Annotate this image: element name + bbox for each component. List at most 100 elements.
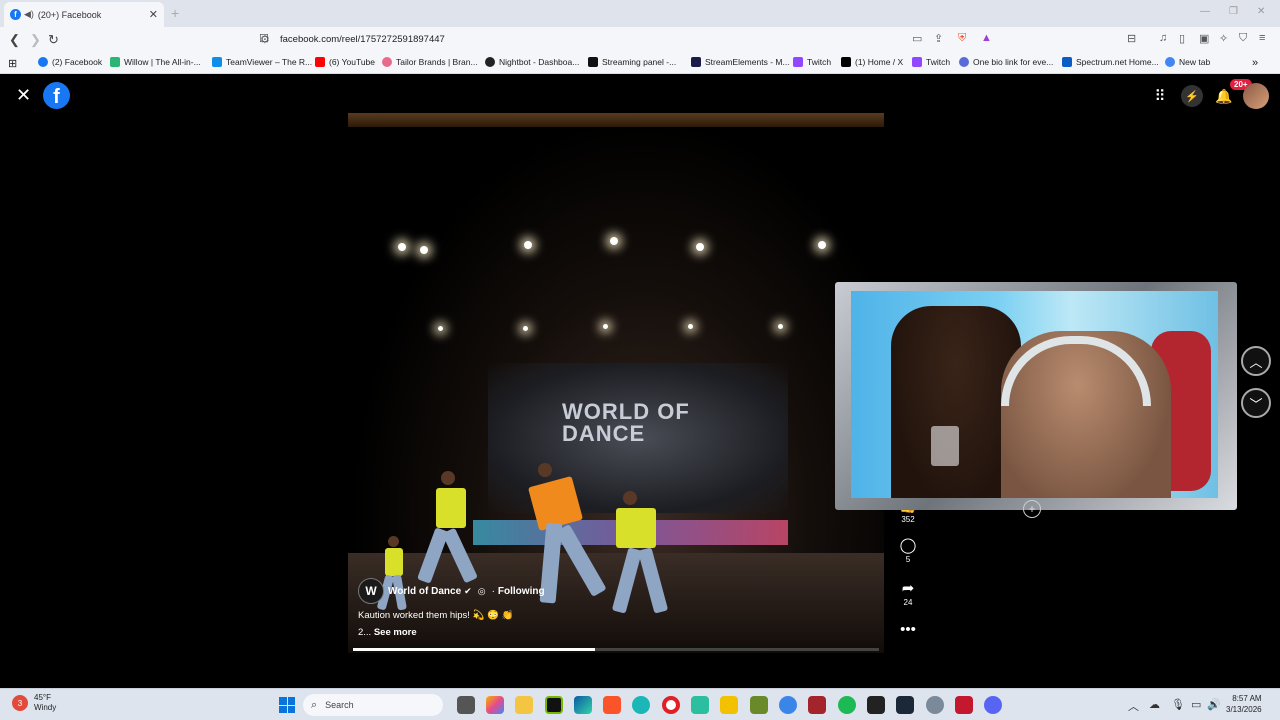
bookmark-item[interactable]: (1) Home / X (841, 57, 903, 67)
dancer-head (388, 536, 399, 547)
following-button[interactable]: Following (498, 586, 545, 597)
sidebar-icon[interactable]: ▯ (1179, 32, 1185, 45)
edge-icon[interactable] (574, 696, 592, 714)
close-reel-icon[interactable]: ✕ (16, 85, 31, 106)
apps-grid-icon[interactable]: ⊞ (8, 57, 17, 70)
cup (931, 426, 959, 466)
previous-reel-button[interactable]: ︿ (1241, 346, 1271, 376)
app-icon[interactable] (691, 696, 709, 714)
speaker-icon[interactable]: ◀) (24, 9, 34, 20)
address-bar-row: ❮ ❯ ↻ ☐ ⚙ facebook.com/reel/175727259189… (0, 27, 1280, 52)
like-count: 352 (901, 515, 915, 524)
bookmark-item[interactable]: Tailor Brands | Bran... (382, 57, 478, 67)
brave-rewards-icon[interactable]: ▲ (981, 32, 992, 44)
settings-icon[interactable] (926, 696, 944, 714)
bookmark-favicon-icon (212, 57, 222, 67)
bookmark-item[interactable]: One bio link for eve... (959, 57, 1053, 67)
display-icon[interactable]: ▭ (1191, 698, 1201, 711)
bookmark-favicon-icon (691, 57, 701, 67)
more-options-button[interactable]: ••• (896, 621, 920, 638)
dancer-vest (616, 508, 656, 548)
back-button[interactable]: ❮ (9, 32, 20, 48)
weather-condition: Windy (34, 703, 57, 712)
browser-tab-facebook[interactable]: f ◀) (20+) Facebook ✕ (4, 2, 164, 27)
show-hidden-icons[interactable]: ︿ (1128, 698, 1139, 714)
share-button[interactable]: ➦ 24 (896, 579, 920, 607)
channel-name[interactable]: World of Dance (388, 586, 461, 597)
bookmark-item[interactable]: (6) YouTube (315, 57, 375, 67)
media-icon[interactable]: ♫ (1159, 32, 1167, 44)
window-close-button[interactable]: ✕ (1257, 6, 1265, 17)
share-icon[interactable]: ⇪ (934, 32, 943, 45)
rockstar-icon[interactable] (720, 696, 738, 714)
bookmark-item[interactable]: New tab (1165, 57, 1210, 67)
bookmark-item[interactable]: (2) Facebook (38, 57, 102, 67)
start-button[interactable] (279, 697, 295, 713)
stage-logo-text: WORLD OF DANCE (562, 399, 690, 446)
spotify-icon[interactable] (838, 696, 856, 714)
menu-icon[interactable]: ≡ (1259, 32, 1265, 44)
dancer-head (538, 463, 552, 477)
app-icon[interactable] (808, 696, 826, 714)
task-view-icon[interactable] (457, 696, 475, 714)
next-reel-button[interactable]: ﹀ (1241, 388, 1271, 418)
app-icon[interactable] (750, 696, 768, 714)
weather-widget[interactable]: 3 45°F Windy (12, 693, 56, 713)
dancer-vest (385, 548, 403, 576)
bookmark-item[interactable]: Willow | The All-in-... (110, 57, 201, 67)
app-icon[interactable] (779, 696, 797, 714)
bookmark-item[interactable]: Twitch (912, 57, 950, 67)
windows-taskbar: 3 45°F Windy ⌕ Search ︿ ☁ 🎙 ▭ 🔊 8:57 AM … (0, 688, 1280, 720)
vpn-icon[interactable]: ⛉ (1239, 32, 1247, 45)
new-tab-button[interactable]: + (171, 5, 179, 21)
leo-ai-icon[interactable]: ✧ (1219, 32, 1228, 45)
app-icon[interactable] (632, 696, 650, 714)
wallet-icon[interactable]: ▣ (1199, 32, 1209, 45)
brave-shield-icon[interactable]: ⛨ (958, 32, 966, 45)
bookmark-favicon-icon (1165, 57, 1175, 67)
facebook-favicon-icon: f (10, 9, 21, 20)
menu-grid-icon[interactable]: ⠿ (1149, 85, 1171, 107)
video-progress-bar[interactable] (353, 648, 879, 651)
forward-button[interactable]: ❯ (30, 32, 41, 48)
facebook-logo-icon[interactable]: f (43, 82, 70, 109)
cast-icon[interactable]: ▭ (912, 32, 922, 45)
url-field[interactable]: ⚙ facebook.com/reel/1757272591897447 (258, 30, 998, 49)
microphone-icon[interactable]: 🎙 (1171, 698, 1185, 711)
discord-icon[interactable] (984, 696, 1002, 714)
maximize-button[interactable]: ❐ (1229, 6, 1238, 17)
close-tab-icon[interactable]: ✕ (149, 8, 158, 21)
see-more-link[interactable]: See more (374, 627, 417, 638)
profile-avatar[interactable] (1243, 83, 1269, 109)
cloud-icon[interactable]: ☁ (1149, 698, 1160, 711)
site-info-icon[interactable]: ⚙ (260, 33, 270, 46)
brave-icon[interactable] (603, 696, 621, 714)
bookmark-item[interactable]: TeamViewer – The R... (212, 57, 312, 67)
reel-video[interactable]: WORLD OF DANCE (348, 113, 884, 653)
browser-tab-bar: f ◀) (20+) Facebook ✕ + — ❐ ✕ (0, 0, 1280, 27)
copilot-icon[interactable] (486, 696, 504, 714)
reload-button[interactable]: ↻ (48, 32, 59, 48)
app-icon[interactable] (867, 696, 885, 714)
bookmark-item[interactable]: StreamElements - M... (691, 57, 790, 67)
volume-icon[interactable]: 🔊 (1207, 698, 1221, 711)
share-count: 24 (903, 598, 913, 607)
opera-icon[interactable] (662, 696, 680, 714)
bookmark-item[interactable]: Streaming panel -... (588, 57, 676, 67)
messenger-icon[interactable]: ⚡ (1181, 85, 1203, 107)
more-bookmarks-icon[interactable]: » (1252, 57, 1258, 69)
steam-icon[interactable] (896, 696, 914, 714)
system-clock[interactable]: 8:57 AM 3/13/2026 (1226, 693, 1262, 715)
app-icon[interactable] (955, 696, 973, 714)
minimize-button[interactable]: — (1200, 6, 1210, 17)
taskbar-search[interactable]: ⌕ Search (303, 694, 443, 716)
comment-button[interactable]: ◯ 5 (896, 536, 920, 564)
channel-avatar[interactable]: W (358, 578, 384, 604)
tab-search-icon[interactable]: ⊟ (1127, 32, 1136, 45)
bookmark-item[interactable]: Nightbot - Dashboa... (485, 57, 579, 67)
bookmark-item[interactable]: Spectrum.net Home... (1062, 57, 1159, 67)
move-handle-icon[interactable]: + (1023, 500, 1041, 518)
bookmark-item[interactable]: Twitch (793, 57, 831, 67)
nvidia-icon[interactable] (545, 696, 563, 714)
file-explorer-icon[interactable] (515, 696, 533, 714)
